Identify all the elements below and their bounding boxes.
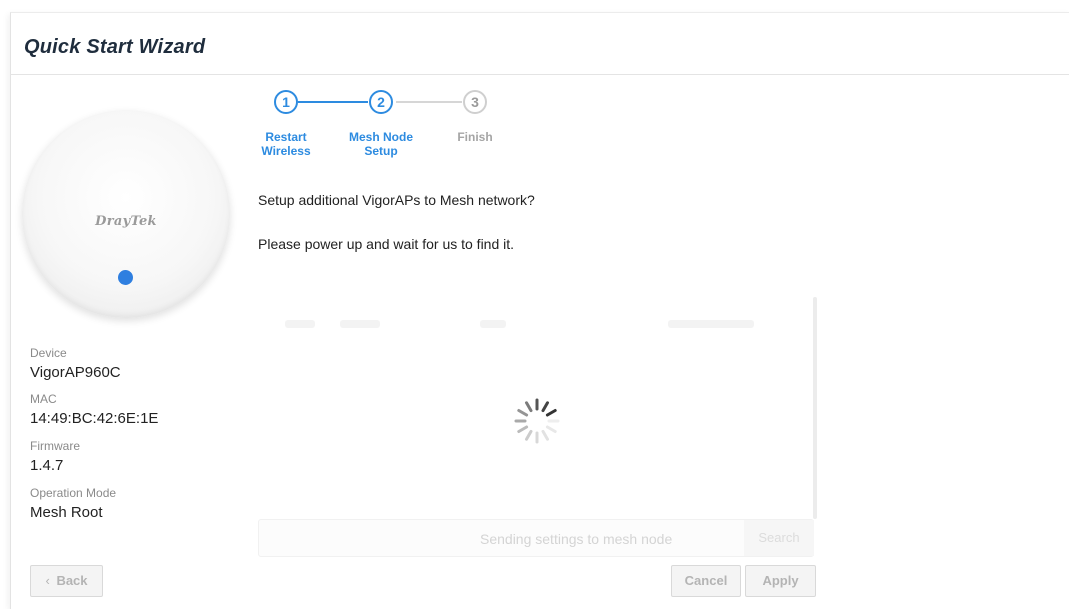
step-3-label: Finish xyxy=(457,130,493,144)
firmware-value: 1.4.7 xyxy=(30,457,64,474)
device-image: DrayTek xyxy=(22,110,230,318)
ghost-column-header xyxy=(340,320,380,328)
mac-label: MAC xyxy=(30,392,57,406)
search-button[interactable]: Search xyxy=(744,520,814,556)
mac-value: 14:49:BC:42:6E:1E xyxy=(30,410,159,427)
device-field: Device VigorAP960C xyxy=(30,346,121,382)
mac-field: MAC 14:49:BC:42:6E:1E xyxy=(30,392,158,428)
step-3-indicator: 3 xyxy=(463,90,487,114)
device-label: Device xyxy=(30,346,67,360)
step-connector-1 xyxy=(298,101,368,103)
apply-button[interactable]: Apply xyxy=(745,565,816,597)
loading-spinner-icon xyxy=(514,398,560,444)
step-2-indicator: 2 xyxy=(369,90,393,114)
step-2-label: Mesh Node Setup xyxy=(348,130,413,158)
chevron-left-icon: ‹ xyxy=(45,573,50,588)
setup-instruction: Please power up and wait for us to find … xyxy=(258,236,515,252)
operation-mode-value: Mesh Root xyxy=(30,504,103,521)
device-value: VigorAP960C xyxy=(30,364,121,381)
back-button[interactable]: ‹ Back xyxy=(30,565,103,597)
status-led-icon xyxy=(118,270,133,285)
title-divider xyxy=(10,74,1069,75)
firmware-label: Firmware xyxy=(30,439,80,453)
wizard-title: Quick Start Wizard xyxy=(24,36,206,58)
setup-question: Setup additional VigorAPs to Mesh networ… xyxy=(258,192,535,208)
draytek-logo: DrayTek xyxy=(95,214,157,229)
step-connector-2 xyxy=(396,101,462,103)
operation-mode-field: Operation Mode Mesh Root xyxy=(30,486,116,522)
cancel-button[interactable]: Cancel xyxy=(671,565,741,597)
list-scrollbar[interactable] xyxy=(813,297,817,519)
ghost-column-header xyxy=(285,320,315,328)
status-text: Sending settings to mesh node xyxy=(480,531,673,547)
firmware-field: Firmware 1.4.7 xyxy=(30,439,80,475)
back-label: Back xyxy=(56,573,88,588)
step-1-indicator: 1 xyxy=(274,90,298,114)
ghost-column-header xyxy=(668,320,754,328)
operation-mode-label: Operation Mode xyxy=(30,486,117,500)
step-1-label: Restart Wireless xyxy=(261,130,311,158)
ghost-column-header xyxy=(480,320,506,328)
